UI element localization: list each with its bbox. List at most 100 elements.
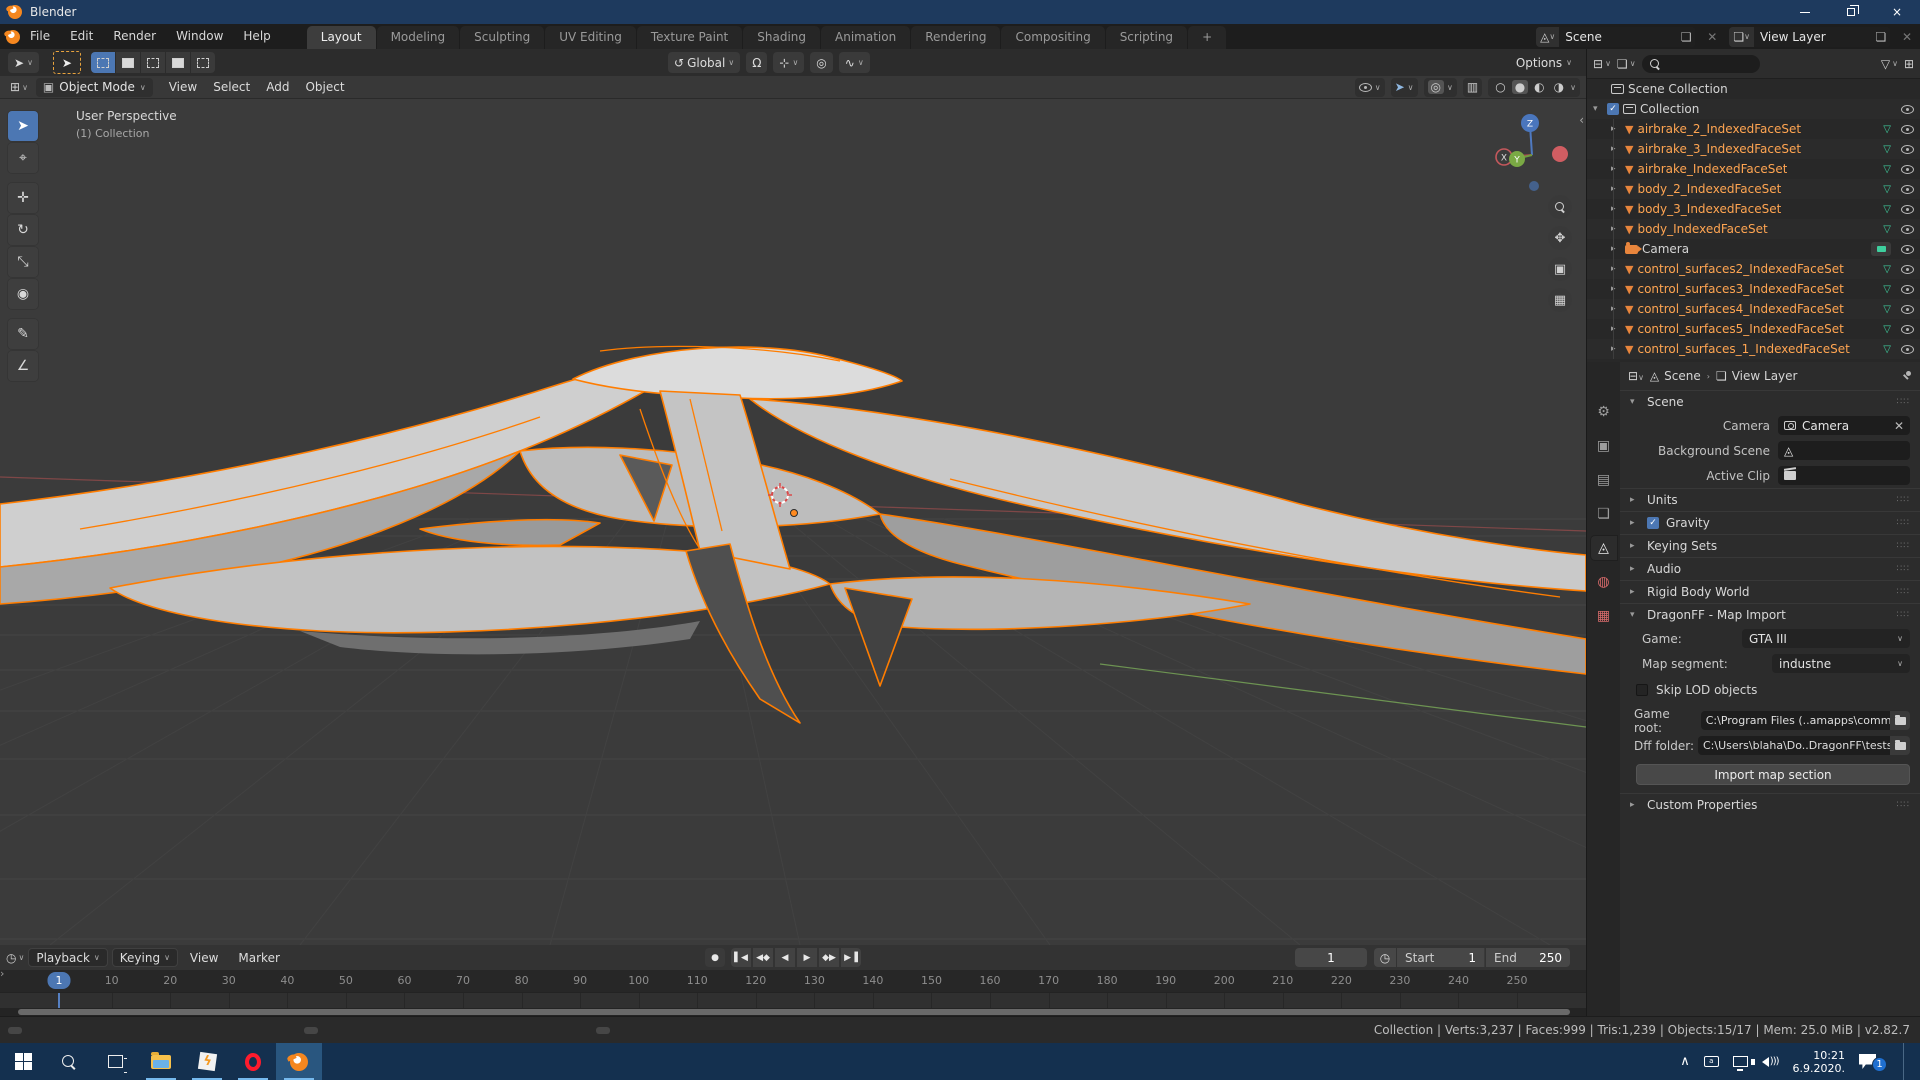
xray-toggle[interactable]: ▥ bbox=[1463, 78, 1482, 97]
active-clip-field[interactable] bbox=[1778, 466, 1910, 485]
menu-file[interactable]: File bbox=[20, 24, 60, 49]
tab-uv-editing[interactable]: UV Editing bbox=[545, 26, 636, 49]
outliner-row-object[interactable]: ▸▼body_3_IndexedFaceSet▽ bbox=[1587, 199, 1920, 219]
tab-world[interactable]: ◍ bbox=[1591, 570, 1617, 594]
keying-menu[interactable]: Keying∨ bbox=[112, 948, 178, 967]
select-intersect-icon[interactable] bbox=[191, 52, 215, 73]
viewport-3d[interactable]: User Perspective (1) Collection ➤ ⌖ ✛ ↻ … bbox=[0, 99, 1586, 945]
menu-add[interactable]: Add bbox=[258, 80, 297, 94]
properties-editor-dropdown[interactable]: ⊟∨ bbox=[1628, 369, 1644, 383]
remove-view-layer-icon[interactable]: ✕ bbox=[1900, 30, 1914, 44]
minimize-button[interactable] bbox=[1782, 0, 1828, 24]
jump-to-end-button[interactable]: ▶▐ bbox=[841, 948, 861, 967]
menu-render[interactable]: Render bbox=[103, 24, 166, 49]
tab-animation[interactable]: Animation bbox=[821, 26, 910, 49]
outliner-row-object[interactable]: ▸▼body_IndexedFaceSet▽ bbox=[1587, 219, 1920, 239]
task-view-button[interactable] bbox=[92, 1043, 138, 1080]
collection-expand-icon[interactable]: ▾ bbox=[1593, 104, 1603, 114]
taskbar-search-button[interactable] bbox=[46, 1043, 92, 1080]
tab-rendering[interactable]: Rendering bbox=[911, 26, 1000, 49]
tab-shading[interactable]: Shading bbox=[743, 26, 820, 49]
mode-dropdown[interactable]: ▣Object Mode∨ bbox=[36, 78, 153, 97]
tab-texture[interactable]: ▦ bbox=[1591, 604, 1617, 628]
rendered-shading-icon[interactable]: ◑ bbox=[1551, 80, 1567, 94]
tool-annotate[interactable]: ✎ bbox=[8, 319, 38, 349]
restore-button[interactable] bbox=[1828, 0, 1874, 24]
tweak-tool-button[interactable]: ➤ bbox=[53, 51, 81, 74]
map-segment-dropdown[interactable]: industne∨ bbox=[1772, 654, 1910, 673]
view-layer-name-field[interactable]: View Layer bbox=[1754, 27, 1872, 47]
tray-expand-icon[interactable]: ∧ bbox=[1680, 1054, 1690, 1069]
start-button[interactable] bbox=[0, 1043, 46, 1080]
proportional-edit-toggle[interactable]: ◎ bbox=[810, 52, 832, 73]
start-frame-field[interactable]: Start1 bbox=[1397, 948, 1485, 967]
outliner-row-object[interactable]: ▸▼body_2_IndexedFaceSet▽ bbox=[1587, 179, 1920, 199]
outliner-scope-dropdown[interactable]: ❏∨ bbox=[1617, 57, 1636, 71]
editor-type-dropdown[interactable]: ⊞∨ bbox=[6, 80, 32, 94]
hide-object-eye-icon[interactable] bbox=[1901, 165, 1914, 174]
solid-shading-icon[interactable]: ● bbox=[1512, 80, 1528, 94]
hide-object-eye-icon[interactable] bbox=[1901, 245, 1914, 254]
outliner-row-object[interactable]: ▸▼airbrake_2_IndexedFaceSet▽ bbox=[1587, 119, 1920, 139]
new-scene-icon[interactable]: ❏ bbox=[1677, 27, 1695, 47]
play-reverse-button[interactable]: ◀ bbox=[775, 948, 795, 967]
material-shading-icon[interactable]: ◐ bbox=[1531, 80, 1547, 94]
sidebar-toggle-icon[interactable]: ‹ bbox=[1579, 113, 1584, 127]
input-indicator-icon[interactable]: a bbox=[1704, 1056, 1719, 1067]
view-menu[interactable]: View bbox=[182, 951, 226, 965]
options-dropdown[interactable]: Options∨ bbox=[1516, 56, 1572, 70]
outliner-row-object[interactable]: ▸▼airbrake_3_IndexedFaceSet▽ bbox=[1587, 139, 1920, 159]
panel-keying-sets[interactable]: ▸Keying Sets∷∷ bbox=[1620, 534, 1920, 557]
outliner-row-collection[interactable]: ▾ ✓ Collection bbox=[1587, 99, 1920, 119]
transform-orientation-dropdown[interactable]: ↺Global∨ bbox=[668, 52, 740, 73]
new-collection-button[interactable]: ⊞ bbox=[1904, 57, 1914, 71]
tab-modeling[interactable]: Modeling bbox=[377, 26, 460, 49]
close-button[interactable]: × bbox=[1874, 0, 1920, 24]
breadcrumb-view-layer[interactable]: ❏View Layer bbox=[1716, 369, 1798, 383]
hide-object-eye-icon[interactable] bbox=[1901, 345, 1914, 354]
timeline-ruler[interactable]: 1 10203040506070809010011012013014015016… bbox=[0, 970, 1586, 992]
timeline-scrollbar-thumb[interactable] bbox=[18, 1009, 1570, 1015]
select-invert-icon[interactable] bbox=[166, 52, 190, 73]
overlays-toggle[interactable]: ◎∨ bbox=[1424, 78, 1457, 97]
panel-gravity[interactable]: ▸✓Gravity∷∷ bbox=[1620, 511, 1920, 534]
tab-texture-paint[interactable]: Texture Paint bbox=[637, 26, 742, 49]
file-explorer-button[interactable] bbox=[138, 1043, 184, 1080]
active-tool-dropdown[interactable]: ➤∨ bbox=[8, 52, 39, 73]
playhead[interactable] bbox=[58, 993, 60, 1009]
current-frame-badge[interactable]: 1 bbox=[48, 972, 71, 989]
outliner-row-camera[interactable]: ▸Camera bbox=[1587, 239, 1920, 259]
gravity-checkbox[interactable]: ✓ bbox=[1647, 517, 1659, 529]
hide-object-eye-icon[interactable] bbox=[1901, 285, 1914, 294]
hide-object-eye-icon[interactable] bbox=[1901, 305, 1914, 314]
tab-layout[interactable]: Layout bbox=[307, 26, 376, 49]
jump-to-start-button[interactable]: ▌◀ bbox=[731, 948, 751, 967]
hide-object-eye-icon[interactable] bbox=[1901, 325, 1914, 334]
tool-transform[interactable]: ◉ bbox=[8, 279, 38, 309]
volume-icon[interactable]: ))) bbox=[1762, 1056, 1779, 1067]
tool-cursor[interactable]: ⌖ bbox=[8, 143, 38, 173]
outliner-display-mode-dropdown[interactable]: ⊟∨ bbox=[1593, 57, 1611, 71]
breadcrumb-scene[interactable]: ◬Scene bbox=[1650, 369, 1701, 383]
filter-dropdown[interactable]: ▽∨ bbox=[1881, 57, 1898, 71]
menu-view[interactable]: View bbox=[161, 80, 205, 94]
unlink-scene-icon[interactable]: ✕ bbox=[1705, 30, 1719, 44]
tab-render[interactable]: ▣ bbox=[1591, 434, 1617, 458]
record-button[interactable]: ● bbox=[705, 948, 725, 967]
browse-dff-folder-button[interactable] bbox=[1890, 736, 1910, 755]
outliner-row-object[interactable]: ▸▼control_surfaces4_IndexedFaceSet▽ bbox=[1587, 299, 1920, 319]
blender-menu-icon[interactable] bbox=[6, 30, 20, 44]
tool-rotate[interactable]: ↻ bbox=[8, 215, 38, 245]
scene-selector[interactable]: ◬∨ Scene ❏ bbox=[1536, 27, 1695, 47]
tab-output[interactable]: ▤ bbox=[1591, 468, 1617, 492]
game-root-field[interactable]: C:\Program Files (..amapps\common\ bbox=[1701, 711, 1891, 730]
proportional-falloff-dropdown[interactable]: ∿∨ bbox=[839, 52, 870, 73]
skip-lod-checkbox[interactable] bbox=[1636, 684, 1648, 696]
panel-units[interactable]: ▸Units∷∷ bbox=[1620, 488, 1920, 511]
outliner-row-object[interactable]: ▸▼control_surfaces5_IndexedFaceSet▽ bbox=[1587, 319, 1920, 339]
outliner-row-object[interactable]: ▸▼airbrake_IndexedFaceSet▽ bbox=[1587, 159, 1920, 179]
select-extend-icon[interactable] bbox=[116, 52, 140, 73]
panel-audio[interactable]: ▸Audio∷∷ bbox=[1620, 557, 1920, 580]
panel-scene[interactable]: ▾Scene∷∷ bbox=[1620, 390, 1920, 413]
visibility-dropdown[interactable]: ∨ bbox=[1355, 78, 1385, 97]
